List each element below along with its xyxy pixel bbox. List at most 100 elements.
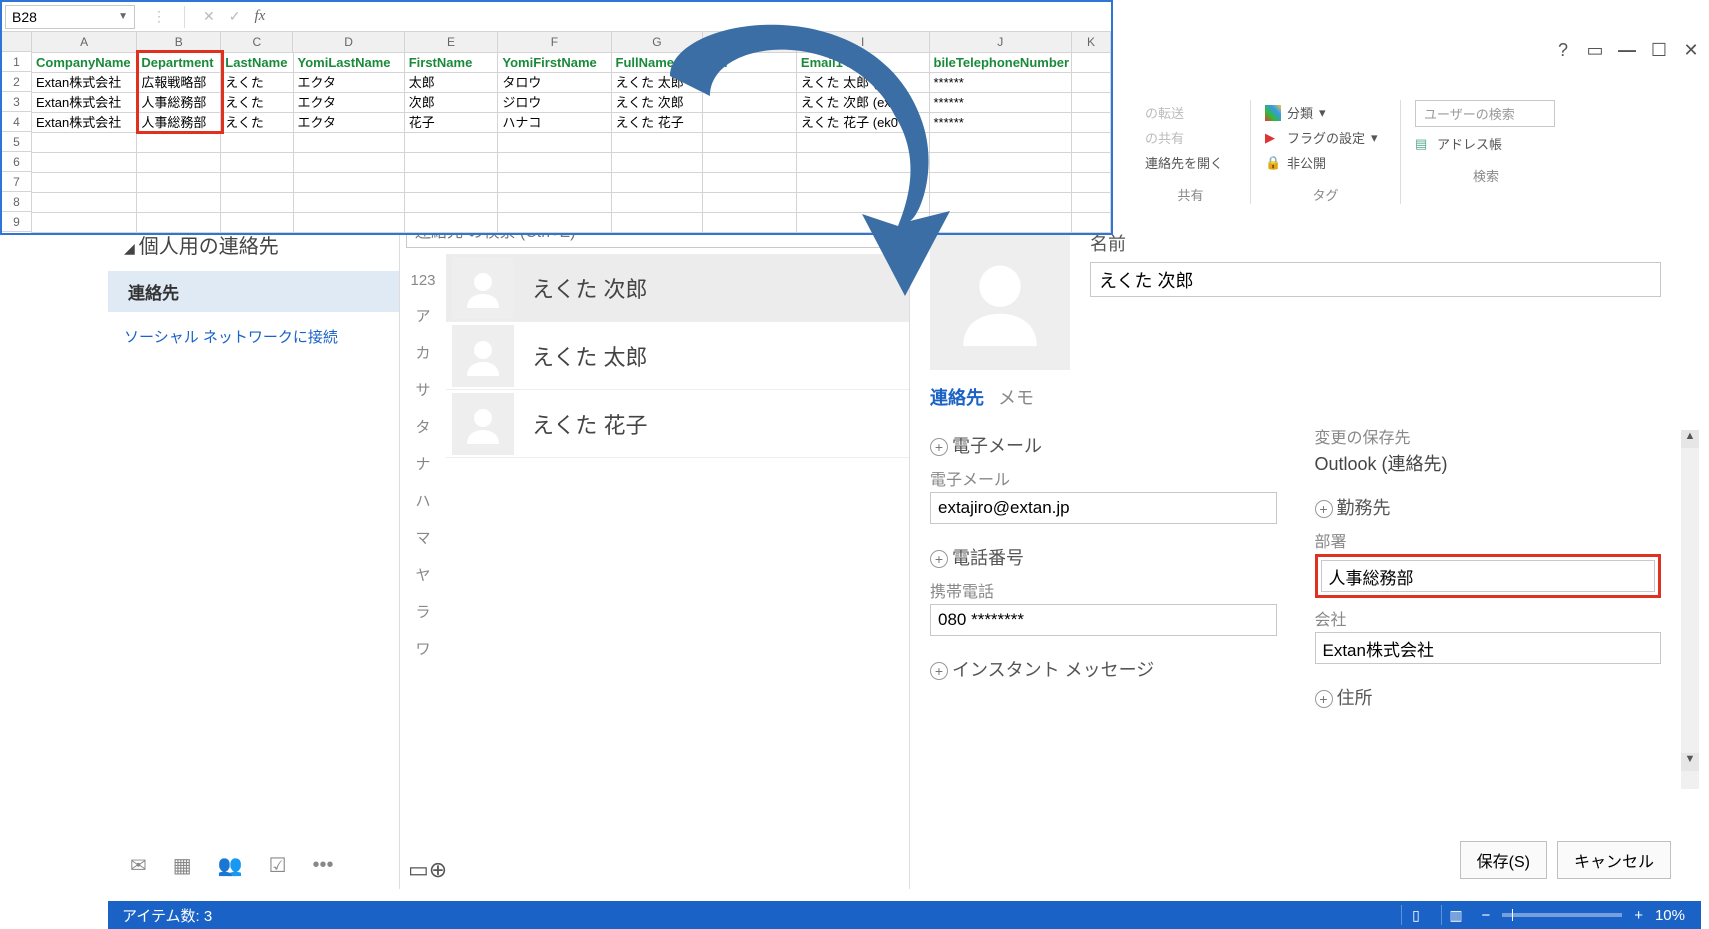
col-header[interactable]: A xyxy=(32,32,137,52)
save-to-value: Outlook (連絡先) xyxy=(1315,450,1662,476)
im-section-header[interactable]: +インスタント メッセージ xyxy=(930,656,1277,682)
work-section-header[interactable]: +勤務先 xyxy=(1315,494,1662,520)
calendar-icon[interactable]: ▦ xyxy=(173,853,192,878)
contact-item[interactable]: えくた 太郎 xyxy=(446,322,909,390)
nav-contacts-folder[interactable]: 連絡先 xyxy=(108,271,399,312)
row-header[interactable]: 9 xyxy=(2,212,31,232)
col-header[interactable]: C xyxy=(221,32,293,52)
row-header[interactable]: 6 xyxy=(2,152,31,172)
row-header[interactable]: 5 xyxy=(2,132,31,152)
row-header[interactable]: 1 xyxy=(2,52,31,72)
tasks-icon[interactable]: ☑ xyxy=(269,853,287,878)
index-item[interactable]: 123 xyxy=(400,264,446,297)
index-item[interactable]: サ xyxy=(400,371,446,408)
zoom-out-icon[interactable]: − xyxy=(1481,907,1490,924)
collapse-triangle-icon: ◢ xyxy=(124,240,135,256)
ribbon-collapse-icon[interactable]: ▭ xyxy=(1585,40,1605,61)
ribbon-flag[interactable]: ▶フラグの設定 ▾ xyxy=(1265,125,1386,150)
ribbon-private[interactable]: 🔒非公開 xyxy=(1265,150,1386,175)
email-input[interactable] xyxy=(930,492,1277,524)
people-icon[interactable]: 👥 xyxy=(218,853,243,878)
tab-memo[interactable]: メモ xyxy=(998,384,1034,410)
zoom-slider[interactable] xyxy=(1502,913,1622,917)
scroll-down-icon[interactable]: ▼ xyxy=(1681,753,1699,771)
people-card-icon[interactable]: ▭⊕ xyxy=(408,857,447,883)
index-item[interactable]: カ xyxy=(400,334,446,371)
dept-input[interactable] xyxy=(1321,560,1656,592)
excel-window: B28▼ ⋮ ✕ ✓ fx 1 2 3 4 5 6 7 8 9 A B C xyxy=(0,0,1113,235)
zoom-in-icon[interactable]: + xyxy=(1634,907,1643,924)
view-reading-icon[interactable]: ▥ xyxy=(1441,905,1469,925)
ribbon-share: の共有 xyxy=(1145,125,1236,150)
phone-input[interactable] xyxy=(930,604,1277,636)
tab-contact[interactable]: 連絡先 xyxy=(930,384,984,410)
index-item[interactable]: ラ xyxy=(400,593,446,630)
close-icon[interactable]: ✕ xyxy=(1681,40,1701,61)
table-row[interactable] xyxy=(32,153,1111,173)
contact-photo[interactable] xyxy=(930,230,1070,370)
col-header[interactable]: K xyxy=(1072,32,1111,52)
view-normal-icon[interactable]: ▯ xyxy=(1401,905,1429,925)
index-item[interactable]: マ xyxy=(400,519,446,556)
name-input[interactable] xyxy=(1090,262,1661,297)
phone-section-header[interactable]: +電話番号 xyxy=(930,544,1277,570)
user-search-input[interactable]: ユーザーの検索 xyxy=(1415,100,1555,127)
index-item[interactable]: ナ xyxy=(400,445,446,482)
row-header[interactable]: 7 xyxy=(2,172,31,192)
ribbon-address-book[interactable]: ▤アドレス帳 xyxy=(1415,131,1557,156)
table-row[interactable]: Extan株式会社広報戦略部えくたエクタ太郎タロウえくた 太郎えくた 太郎 (e… xyxy=(32,73,1111,93)
fx-icon[interactable]: fx xyxy=(254,8,265,25)
index-item[interactable]: ア xyxy=(400,297,446,334)
row-header[interactable]: 4 xyxy=(2,112,31,132)
ribbon-open-contact[interactable]: 連絡先を開く xyxy=(1145,150,1236,175)
nav-social-link[interactable]: ソーシャル ネットワークに接続 xyxy=(108,312,399,361)
scroll-up-icon[interactable]: ▲ xyxy=(1681,430,1699,448)
save-button[interactable]: 保存(S) xyxy=(1460,841,1547,879)
excel-grid[interactable]: 1 2 3 4 5 6 7 8 9 A B C D E F G H I J K xyxy=(2,32,1111,233)
table-row[interactable]: Extan株式会社人事総務部えくたエクタ花子ハナコえくた 花子えくた 花子 (e… xyxy=(32,113,1111,133)
name-box[interactable]: B28▼ xyxy=(5,5,135,29)
index-item[interactable]: ヤ xyxy=(400,556,446,593)
address-section-header[interactable]: +住所 xyxy=(1315,684,1662,710)
contact-list-pane: 🔍 123 ア カ サ タ ナ ハ マ ヤ ラ ワ えくた 次郎 xyxy=(400,212,910,889)
table-header-row[interactable]: CompanyNameDepartmentLastNameYomiLastNam… xyxy=(32,53,1111,73)
table-row[interactable] xyxy=(32,193,1111,213)
col-header[interactable]: F xyxy=(498,32,611,52)
col-header[interactable]: G xyxy=(612,32,704,52)
company-input[interactable] xyxy=(1315,632,1662,664)
contact-name: えくた 花子 xyxy=(532,408,647,440)
cancel-button[interactable]: キャンセル xyxy=(1557,841,1671,879)
ribbon-categorize[interactable]: 分類 ▾ xyxy=(1265,100,1386,125)
col-header[interactable]: E xyxy=(405,32,499,52)
col-header[interactable]: J xyxy=(930,32,1072,52)
more-icon[interactable]: ••• xyxy=(313,854,334,877)
table-row[interactable] xyxy=(32,173,1111,193)
select-all-corner[interactable] xyxy=(2,32,31,52)
index-item[interactable]: タ xyxy=(400,408,446,445)
table-row[interactable] xyxy=(32,133,1111,153)
index-item[interactable]: ワ xyxy=(400,630,446,667)
formula-input[interactable] xyxy=(279,2,1111,31)
dept-highlight-frame xyxy=(1315,554,1662,598)
col-header[interactable]: D xyxy=(293,32,404,52)
col-header[interactable]: H xyxy=(703,32,797,52)
help-icon[interactable]: ? xyxy=(1553,40,1573,61)
row-header[interactable]: 2 xyxy=(2,72,31,92)
table-row[interactable] xyxy=(32,213,1111,233)
row-header[interactable]: 8 xyxy=(2,192,31,212)
maximize-icon[interactable]: ☐ xyxy=(1649,40,1669,61)
contact-item[interactable]: えくた 次郎 xyxy=(446,254,909,322)
mail-icon[interactable]: ✉ xyxy=(130,853,147,878)
email-section-header[interactable]: +電子メール xyxy=(930,432,1277,458)
row-header[interactable]: 3 xyxy=(2,92,31,112)
col-header[interactable]: B xyxy=(137,32,221,52)
plus-icon: + xyxy=(1315,500,1333,518)
table-row[interactable]: Extan株式会社人事総務部えくたエクタ次郎ジロウえくた 次郎えくた 次郎 (e… xyxy=(32,93,1111,113)
detail-scrollbar[interactable]: ▲ ▼ xyxy=(1681,430,1699,789)
accept-formula-icon[interactable]: ✓ xyxy=(229,8,241,25)
cancel-formula-icon[interactable]: ✕ xyxy=(203,8,215,25)
contact-item[interactable]: えくた 花子 xyxy=(446,390,909,458)
col-header[interactable]: I xyxy=(797,32,930,52)
index-item[interactable]: ハ xyxy=(400,482,446,519)
minimize-icon[interactable]: — xyxy=(1617,40,1637,61)
